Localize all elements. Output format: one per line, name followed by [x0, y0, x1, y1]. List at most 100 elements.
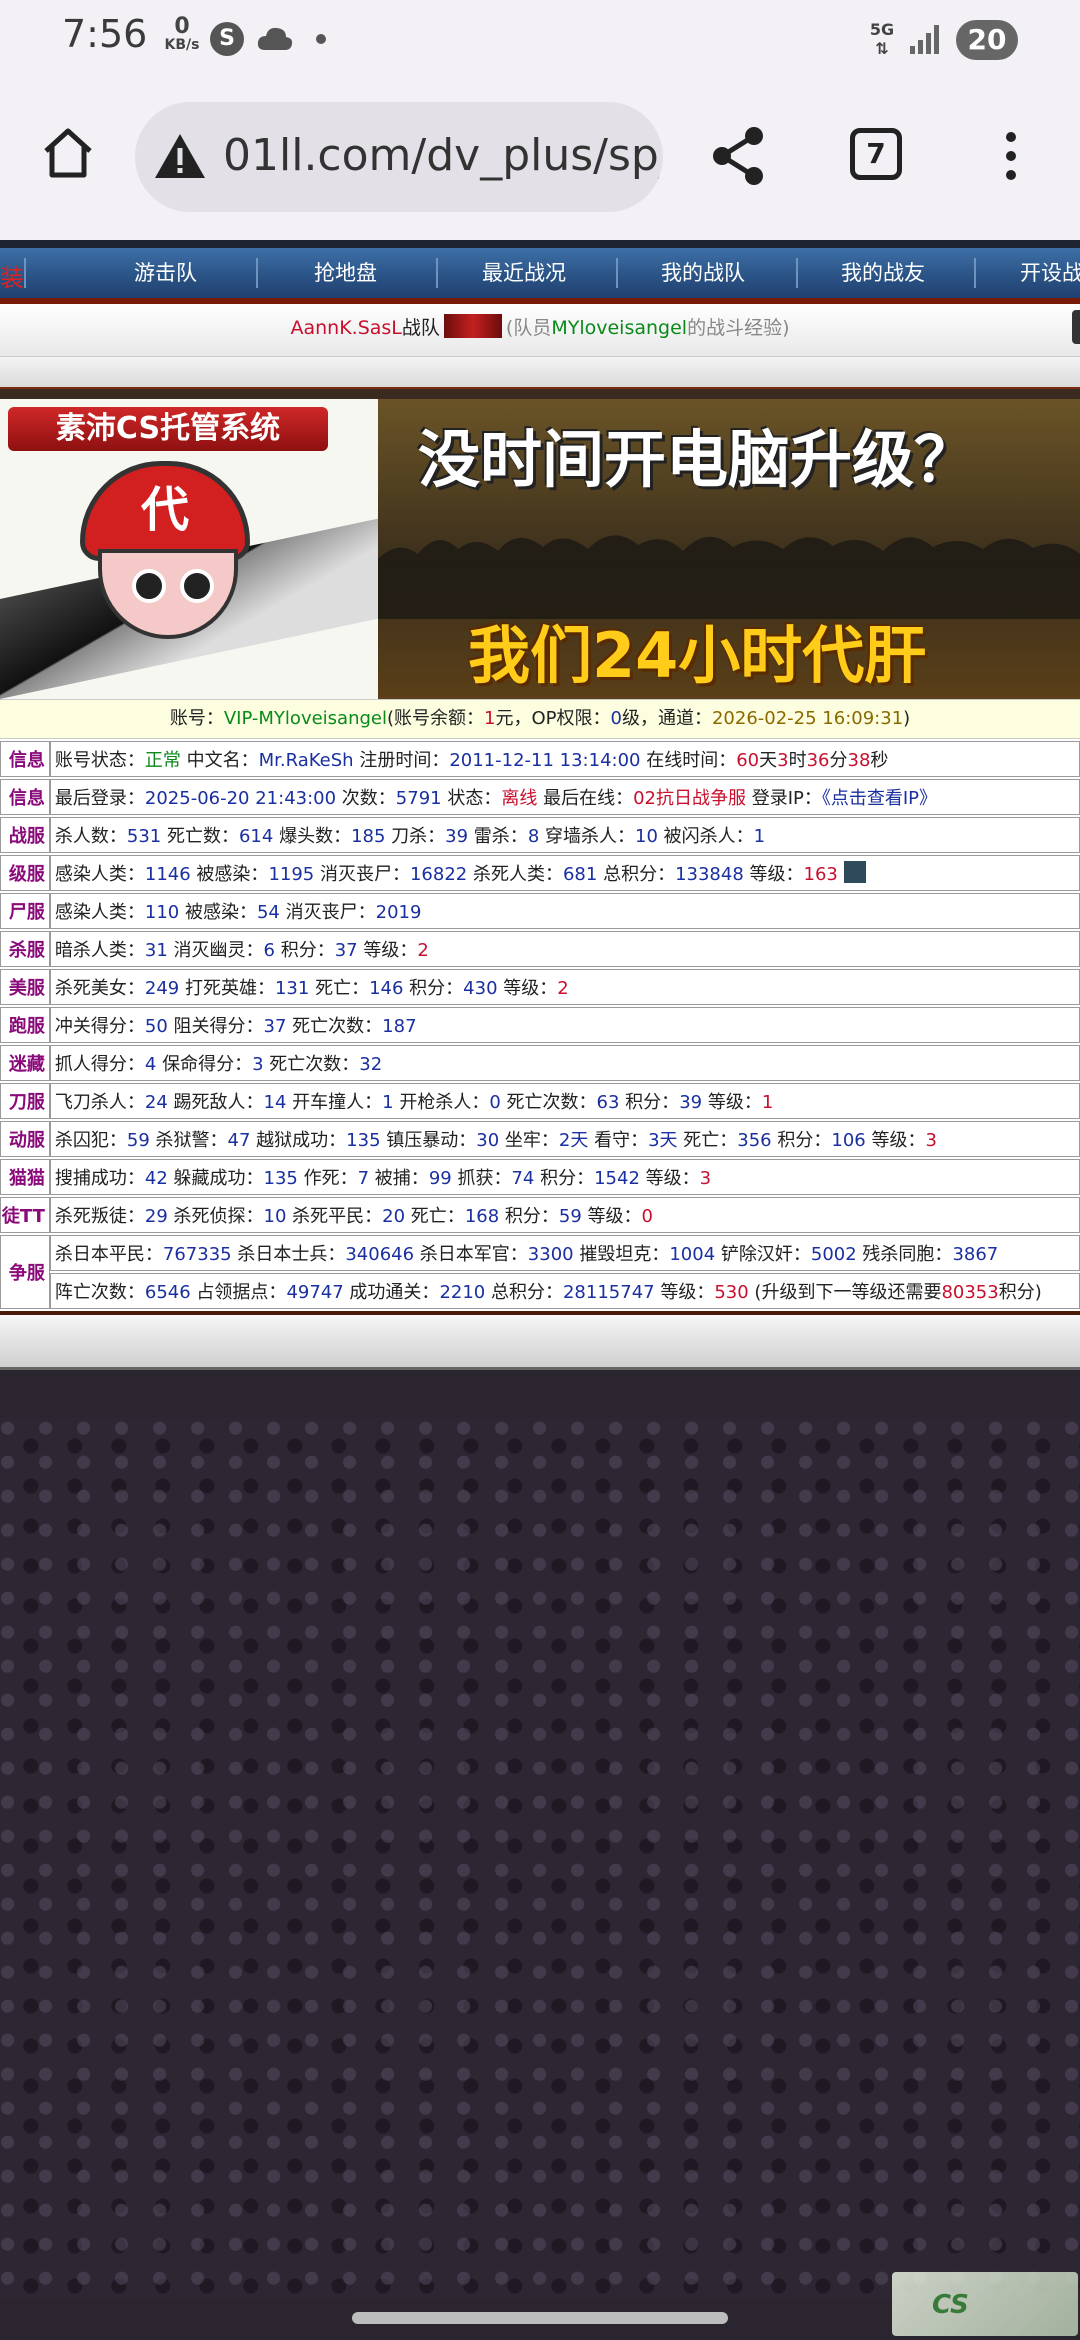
row-value: 杀死美女：249 打死英雄：131 死亡：146 积分：430 等级：2 [49, 969, 1080, 1005]
table-row: 阵亡次数：6546 占领据点：49747 成功通关：2210 总积分：28115… [0, 1273, 1080, 1309]
row-label: 杀服 [0, 931, 50, 967]
row-value: 最后登录：2025-06-20 21:43:00 次数：5791 状态：离线 最… [49, 779, 1080, 815]
header-strip [0, 240, 1080, 248]
mascot-eye-icon [180, 569, 214, 603]
nav-item-open-battle[interactable]: 开设战 [1020, 248, 1080, 298]
row-label: 级服 [0, 855, 50, 891]
ad-banner[interactable]: 素沛CS托管系统 代 没时间开电脑升级？ 我们24小时代肝 [0, 399, 1080, 699]
table-row: 战服 杀人数：531 死亡数：614 爆头数：185 刀杀：39 雷杀：8 穿墙… [0, 817, 1080, 853]
row-label: 美服 [0, 969, 50, 1005]
table-row: 美服 杀死美女：249 打死英雄：131 死亡：146 积分：430 等级：2 [0, 969, 1080, 1005]
status-bar: 7:56 0 KB/s S 5G ⇅ 20 [0, 0, 1080, 80]
row-value: 冲关得分：50 阻关得分：37 死亡次数：187 [49, 1007, 1080, 1043]
page-background [0, 1418, 1080, 2298]
row-label: 尸服 [0, 893, 50, 929]
nav-item-territory[interactable]: 抢地盘 [314, 248, 377, 298]
nav-divider [616, 258, 618, 288]
view-ip-link[interactable]: 《点击查看IP》 [822, 788, 937, 809]
row-label: 猫猫 [0, 1159, 50, 1195]
divider [0, 387, 1080, 399]
warning-icon[interactable] [153, 130, 207, 184]
mascot-eye-icon [132, 569, 166, 603]
table-row: 杀服 暗杀人类：31 消灭幽灵：6 积分：37 等级：2 [0, 931, 1080, 967]
more-menu-icon[interactable] [996, 128, 1026, 188]
page-footer-bar [0, 1311, 1080, 1370]
row-value: 阵亡次数：6546 占领据点：49747 成功通关：2210 总积分：28115… [49, 1273, 1080, 1309]
cloud-icon [257, 27, 293, 50]
nav-item-my-team[interactable]: 我的战队 [661, 248, 745, 298]
notification-dot-icon [316, 34, 326, 44]
network-5g-icon: 5G ⇅ [869, 20, 895, 58]
nav-divider [796, 258, 798, 288]
row-value: 账号状态：正常 中文名：Mr.RaKeSh 注册时间：2011-12-11 13… [49, 741, 1080, 777]
row-value: 飞刀杀人：24 踢死敌人：14 开车撞人：1 开枪杀人：0 死亡次数：63 积分… [49, 1083, 1080, 1119]
table-row: 信息 账号状态：正常 中文名：Mr.RaKeSh 注册时间：2011-12-11… [0, 741, 1080, 777]
table-row: 尸服 感染人类：110 被感染：54 消灭丧尸：2019 [0, 893, 1080, 929]
banner-mascot-panel: 素沛CS托管系统 代 [0, 399, 378, 699]
table-row: 跑服 冲关得分：50 阻关得分：37 死亡次数：187 [0, 1007, 1080, 1043]
row-label: 迷藏 [0, 1045, 50, 1081]
row-value: 感染人类：110 被感染：54 消灭丧尸：2019 [49, 893, 1080, 929]
site-watermark-logo: CS [892, 2272, 1078, 2336]
row-label: 战服 [0, 817, 50, 853]
row-value: 感染人类：1146 被感染：1195 消灭丧尸：16822 杀死人类：681 总… [49, 855, 1080, 891]
player-stats-table: 信息 账号状态：正常 中文名：Mr.RaKeSh 注册时间：2011-12-11… [0, 739, 1080, 1311]
row-value: 暗杀人类：31 消灭幽灵：6 积分：37 等级：2 [49, 931, 1080, 967]
nav-divider [256, 258, 258, 288]
nav-item-guerrilla[interactable]: 游击队 [134, 248, 197, 298]
table-row: 刀服 飞刀杀人：24 踢死敌人：14 开车撞人：1 开枪杀人：0 死亡次数：63… [0, 1083, 1080, 1119]
member-link[interactable]: MYloveisangel [551, 317, 687, 339]
team-info-line: AannK.SasL战队 (队员MYloveisangel的战斗经验) [0, 304, 1080, 357]
team-flag-icon [443, 314, 502, 338]
spacer [0, 357, 1080, 387]
url-text[interactable]: 01ll.com/dv_plus/sp_t [223, 130, 663, 181]
clock: 7:56 [62, 12, 148, 56]
table-row: 猫猫 搜捕成功：42 躲藏成功：135 作死：7 被捕：99 抓获：74 积分：… [0, 1159, 1080, 1195]
banner-headline: 没时间开电脑升级？ [418, 423, 977, 496]
row-label: 动服 [0, 1121, 50, 1157]
row-value: 杀人数：531 死亡数：614 爆头数：185 刀杀：39 雷杀：8 穿墙杀人：… [49, 817, 1080, 853]
table-row: 动服 杀囚犯：59 杀狱警：47 越狱成功：135 镇压暴动：30 坐牢：2天 … [0, 1121, 1080, 1157]
row-label: 跑服 [0, 1007, 50, 1043]
battery-icon: 20 [956, 20, 1018, 60]
banner-subline: 我们24小时代肝 [468, 619, 927, 692]
mascot-hat-icon: 代 [80, 461, 250, 561]
table-row: 徒TT 杀死叛徒：29 杀死侦探：10 杀死平民：20 死亡：168 积分：59… [0, 1197, 1080, 1233]
address-bar[interactable]: 01ll.com/dv_plus/sp_t [135, 102, 663, 212]
table-row: 级服 感染人类：1146 被感染：1195 消灭丧尸：16822 杀死人类：68… [0, 855, 1080, 891]
team-name-link[interactable]: AannK.SasL [290, 317, 401, 339]
nav-item-partial[interactable]: 装 [0, 258, 24, 293]
row-label: 争服 [0, 1235, 50, 1309]
tab-switcher-button[interactable]: 7 [850, 128, 902, 180]
web-page: 装 游击队 抢地盘 最近战况 我的战队 我的战友 开设战 AannK.SasL战… [0, 240, 1080, 1370]
nav-item-recent-battles[interactable]: 最近战况 [482, 248, 566, 298]
row-label: 徒TT [0, 1197, 50, 1233]
table-row: 信息 最后登录：2025-06-20 21:43:00 次数：5791 状态：离… [0, 779, 1080, 815]
account-summary: 账号：VIP-MYloveisangel(账号余额：1元，OP权限：0级，通道：… [0, 699, 1080, 739]
home-icon[interactable] [40, 125, 96, 181]
level-badge-icon [843, 861, 866, 883]
nav-divider [436, 258, 438, 288]
row-value: 杀死叛徒：29 杀死侦探：10 杀死平民：20 死亡：168 积分：59 等级：… [49, 1197, 1080, 1233]
row-label: 信息 [0, 741, 50, 777]
row-value: 搜捕成功：42 躲藏成功：135 作死：7 被捕：99 抓获：74 积分：154… [49, 1159, 1080, 1195]
row-value: 抓人得分：4 保命得分：3 死亡次数：32 [49, 1045, 1080, 1081]
banner-brand-title: 素沛CS托管系统 [8, 407, 328, 451]
scroll-handle[interactable] [1072, 310, 1080, 344]
row-label: 信息 [0, 779, 50, 815]
app-notification-icon: S [210, 22, 244, 56]
row-label: 刀服 [0, 1083, 50, 1119]
nav-item-my-friends[interactable]: 我的战友 [841, 248, 925, 298]
row-value: 杀囚犯：59 杀狱警：47 越狱成功：135 镇压暴动：30 坐牢：2天 看守：… [49, 1121, 1080, 1157]
browser-toolbar: 01ll.com/dv_plus/sp_t 7 [0, 80, 1080, 240]
banner-soldiers-panel: 没时间开电脑升级？ 我们24小时代肝 [378, 399, 1080, 699]
table-row: 争服 杀日本平民：767335 杀日本士兵：340646 杀日本军官：3300 … [0, 1235, 1080, 1309]
nav-divider [974, 258, 976, 288]
nav-divider [24, 258, 26, 288]
gesture-nav-handle[interactable] [352, 2312, 728, 2324]
row-value: 杀日本平民：767335 杀日本士兵：340646 杀日本军官：3300 摧毁坦… [49, 1235, 1080, 1271]
signal-icon [910, 25, 939, 54]
site-nav: 装 游击队 抢地盘 最近战况 我的战队 我的战友 开设战 [0, 248, 1080, 304]
network-speed: 0 KB/s [164, 14, 200, 54]
share-icon[interactable] [708, 124, 768, 188]
